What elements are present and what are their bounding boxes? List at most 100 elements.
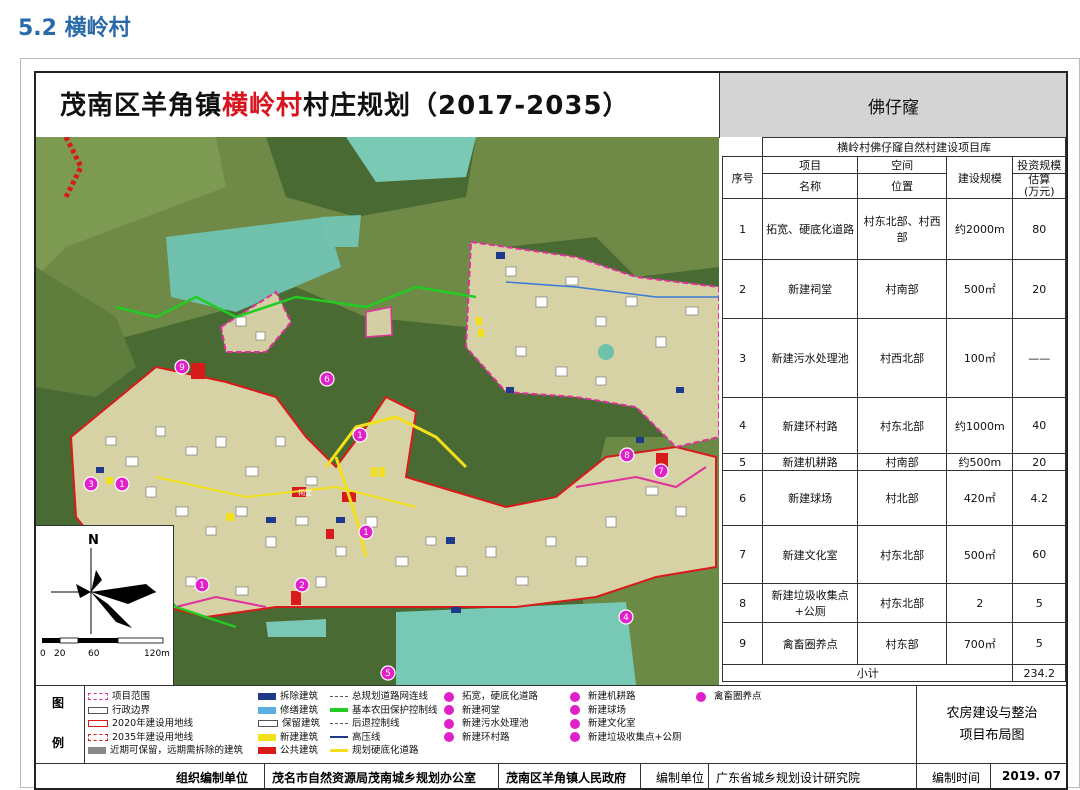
north-label: N	[88, 533, 99, 548]
marker-label-2: 2	[299, 581, 305, 591]
cell-location: 村东部	[857, 622, 948, 665]
plan-sheet: 茂南区羊角镇横岭村村庄规划（2017-2035） 佛仔窿 9 6 1 1 3 1…	[34, 71, 1068, 790]
cell-invest: 5	[1012, 622, 1066, 665]
table-caption: 横岭村佛仔窿自然村建设项目库	[762, 137, 1066, 157]
cell-scale: 500㎡	[946, 259, 1014, 319]
cell-no: 5	[721, 453, 764, 471]
cell-invest: 20	[1012, 453, 1066, 471]
marker-label-1b: 1	[119, 480, 125, 490]
layout-title-line2: 项目布局图	[959, 728, 1025, 743]
section-heading: 5.2 横岭村	[18, 16, 131, 41]
org-1: 茂名市自然资源局茂南城乡规划办公室	[272, 771, 477, 785]
cell-scale: 约500m	[946, 453, 1014, 471]
legend-item: 总规划道路网连线	[330, 690, 438, 704]
cell-name: 新建机耕路	[762, 453, 859, 471]
cell-location: 村东北部	[857, 525, 948, 584]
pond-south	[396, 602, 636, 685]
legend-col-lines: 总规划道路网连线 基本农田保护控制线 后退控制线 高压线 规划硬底化道路	[330, 690, 438, 758]
cell-location: 村南部	[857, 453, 948, 471]
cell-no: 2	[721, 259, 764, 319]
legend-item: 规划硬底化道路	[330, 744, 438, 758]
compass-scale: N 0 20 60 120m	[36, 525, 174, 686]
subtotal-value: 234.2	[1012, 664, 1066, 682]
marker-label-4: 4	[623, 613, 629, 623]
legend: 图 例 项目范围 行政边界 2020年建设用地线 2035年建设用地线 近期可保…	[36, 685, 916, 764]
header-invest-top: 投资规模	[1012, 156, 1066, 174]
pond-small	[321, 215, 361, 247]
cell-location: 村东北部、村西部	[857, 198, 948, 260]
legend-item: 新建环村路	[444, 731, 538, 745]
footer: 组织编制单位 茂名市自然资源局茂南城乡规划办公室 茂南区羊角镇人民政府 编制单位…	[36, 763, 1066, 788]
title-prefix: 茂南区羊角镇	[60, 91, 223, 121]
project-table: 横岭村佛仔窿自然村建设项目库 序号 项目 空间 建设规模 投资规模 名称 位置 …	[721, 137, 1066, 682]
village-name: 佛仔窿	[719, 73, 1066, 138]
cell-no: 4	[721, 397, 764, 454]
cell-name: 新建垃圾收集点+公厕	[762, 583, 859, 623]
cell-name: 拓宽、硬底化道路	[762, 198, 859, 260]
header-invest-bottom: 估算 (万元)	[1012, 173, 1066, 199]
legend-item: 2020年建设用地线	[88, 717, 243, 731]
small-pond	[598, 344, 614, 360]
cell-name: 新建球场	[762, 470, 859, 526]
legend-item: 新建祠堂	[444, 704, 538, 718]
marker-label-7: 7	[658, 467, 664, 477]
cell-no: 9	[721, 622, 764, 665]
header-no: 序号	[721, 156, 764, 199]
compass-rose: N 0 20 60 120m	[40, 533, 170, 659]
marker-label-1a: 1	[357, 431, 363, 441]
marker-label-1c: 1	[363, 528, 369, 538]
legend-item: 行政边界	[88, 704, 243, 718]
marker-label-9: 9	[179, 363, 185, 373]
cell-name: 禽畜圈养点	[762, 622, 859, 665]
layout-title-box: 农房建设与整治 项目布局图	[916, 685, 1066, 764]
building-label: 祠堂	[298, 488, 312, 497]
legend-label-bottom: 例	[52, 736, 65, 750]
cell-no: 1	[721, 198, 764, 260]
village-small	[365, 306, 393, 338]
cell-scale: 500㎡	[946, 525, 1014, 584]
cell-location: 村西北部	[857, 318, 948, 398]
cell-no: 6	[721, 470, 764, 526]
legend-item: 新建建筑	[258, 731, 320, 745]
legend-item: 2035年建设用地线	[88, 731, 243, 745]
legend-item: 拓宽，硬底化道路	[444, 690, 538, 704]
table-row: 6 新建球场 村北部 420㎡ 4.2	[721, 470, 1066, 526]
cell-invest: 60	[1012, 525, 1066, 584]
cell-no: 3	[721, 318, 764, 398]
table-row: 3 新建污水处理池 村西北部 100㎡ ——	[721, 318, 1066, 398]
table-row: 7 新建文化室 村东北部 500㎡ 60	[721, 525, 1066, 584]
legend-item: 近期可保留，远期需拆除的建筑	[88, 744, 243, 758]
cell-no: 8	[721, 583, 764, 623]
legend-item: 修缮建筑	[258, 704, 320, 718]
cell-invest: 80	[1012, 198, 1066, 260]
org-label: 组织编制单位	[176, 771, 249, 785]
legend-col-buildings: 拆除建筑 修缮建筑 保留建筑 新建建筑 公共建筑	[258, 690, 320, 758]
marker-label-5: 5	[385, 669, 391, 679]
cell-scale: 约1000m	[946, 397, 1014, 454]
header-space-top: 空间	[857, 156, 948, 174]
legend-label: 图 例	[36, 686, 85, 764]
compiler: 广东省城乡规划设计研究院	[716, 771, 861, 785]
legend-item: 保留建筑	[258, 717, 320, 731]
marker-label-8: 8	[624, 451, 630, 461]
legend-item: 高压线	[330, 731, 438, 745]
title-highlight: 横岭村	[222, 91, 304, 121]
cell-invest: 4.2	[1012, 470, 1066, 526]
header-item-top: 项目	[762, 156, 859, 174]
legend-item: 项目范围	[88, 690, 243, 704]
header-item-bottom: 名称	[762, 173, 859, 199]
legend-col-projects-c: 禽畜圈养点	[696, 690, 762, 704]
cell-name: 新建污水处理池	[762, 318, 859, 398]
cell-invest: ——	[1012, 318, 1066, 398]
header-scale: 建设规模	[946, 156, 1014, 199]
cell-name: 新建祠堂	[762, 259, 859, 319]
legend-item: 公共建筑	[258, 744, 320, 758]
compile-label: 编制单位	[656, 771, 705, 785]
marker-label-1d: 1	[199, 581, 205, 591]
scale-0: 0	[40, 649, 46, 659]
scale-20: 20	[54, 649, 66, 659]
table-row: 2 新建祠堂 村南部 500㎡ 20	[721, 259, 1066, 319]
title-bar: 茂南区羊角镇横岭村村庄规划（2017-2035）	[36, 73, 719, 138]
legend-item: 基本农田保护控制线	[330, 704, 438, 718]
legend-item: 新建机耕路	[570, 690, 681, 704]
